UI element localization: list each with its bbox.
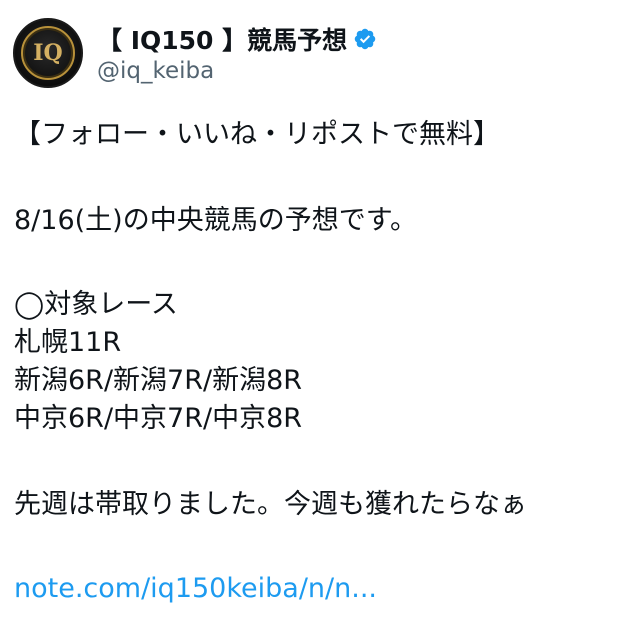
tweet-line-headline: 【フォロー・いいね・リポストで無料】	[14, 119, 500, 150]
tweet-line-race-chukyo: 中京6R/中京7R/中京8R	[14, 403, 303, 434]
tweet-header: IQ 【 IQ150 】競馬予想 @iq_keiba	[13, 18, 377, 88]
display-name-row: 【 IQ150 】競馬予想	[97, 22, 377, 56]
tweet-line-date: 8/16(土)の中央競馬の予想です。	[14, 205, 417, 236]
tweet-line-comment: 先週は帯取りました。今週も獲れたらなぁ	[14, 489, 527, 520]
tweet-line-race-niigata: 新潟6R/新潟7R/新潟8R	[14, 365, 303, 396]
avatar-logo-text: IQ	[33, 40, 63, 66]
tweet-body: 【フォロー・いいね・リポストで無料】 8/16(土)の中央競馬の予想です。 ◯対…	[14, 116, 626, 608]
tweet-line-race-sapporo: 札幌11R	[14, 327, 122, 358]
verified-badge-icon	[354, 28, 376, 50]
avatar[interactable]: IQ	[13, 18, 83, 88]
display-name[interactable]: 【 IQ150 】競馬予想	[97, 21, 347, 57]
account-handle[interactable]: @iq_keiba	[97, 58, 377, 84]
account-names: 【 IQ150 】競馬予想 @iq_keiba	[97, 22, 377, 84]
tweet-link[interactable]: note.com/iq150keiba/n/n...	[14, 573, 377, 604]
tweet-line-target-heading: ◯対象レース	[14, 289, 178, 320]
